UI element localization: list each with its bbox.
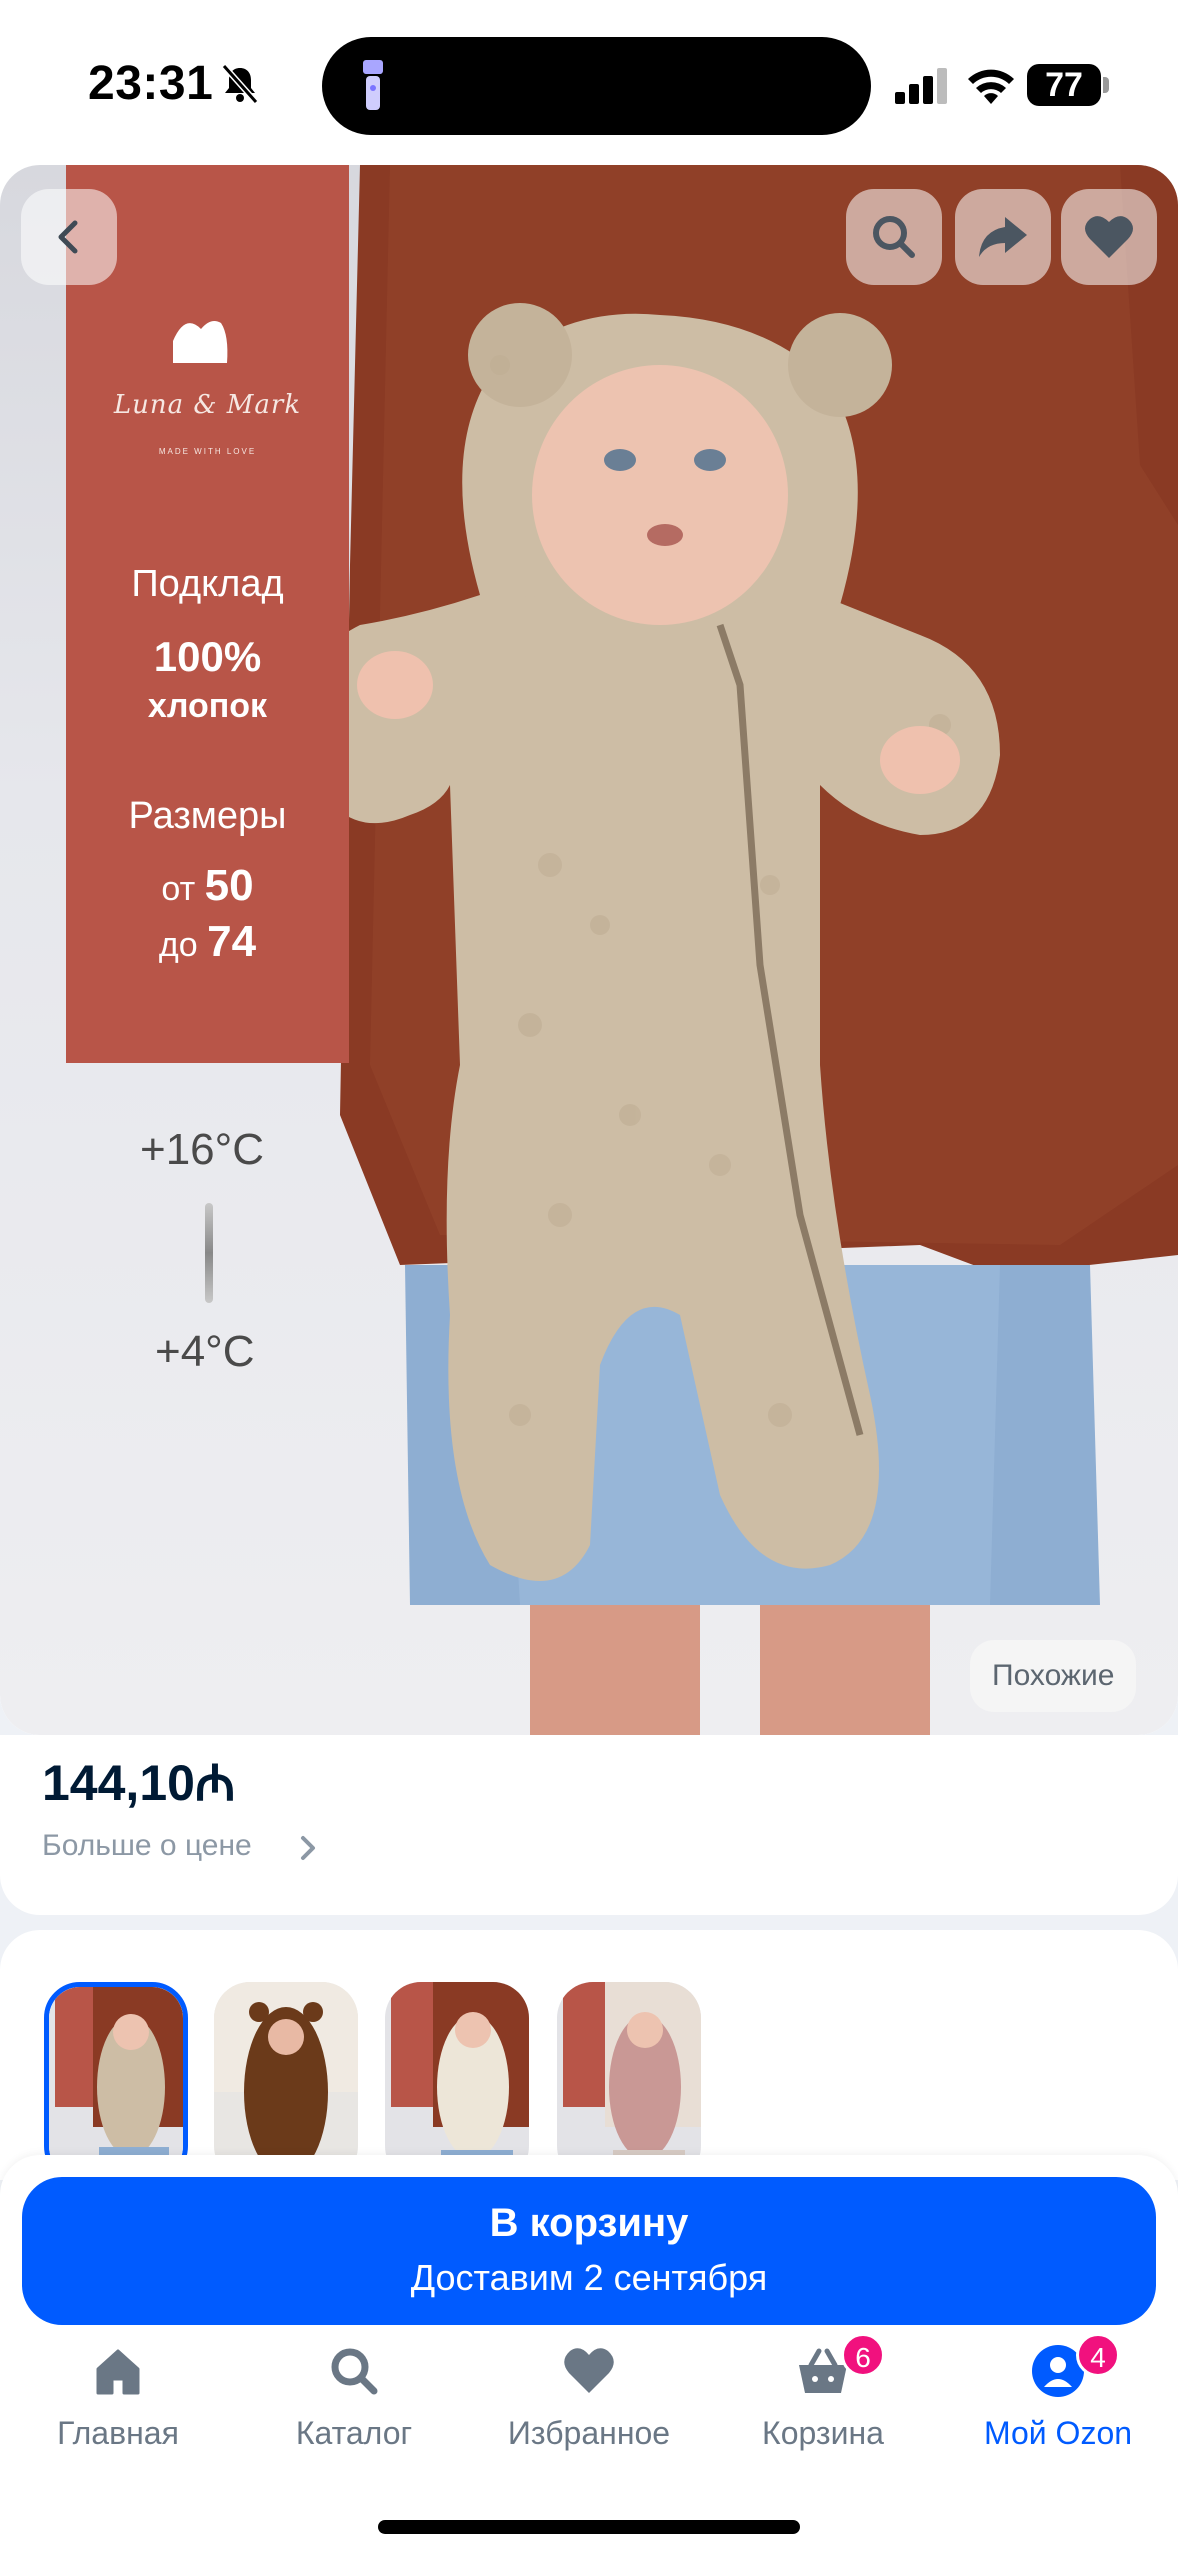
battery-tip: [1103, 77, 1109, 93]
promo-sizes-to-value: 74: [207, 917, 257, 966]
nav-cart[interactable]: 6 Корзина: [723, 2333, 923, 2463]
chevron-right-icon[interactable]: [296, 1834, 320, 1862]
price-more-link[interactable]: Больше о цене: [42, 1829, 252, 1863]
nav-home[interactable]: Главная: [18, 2343, 218, 2463]
add-to-cart-button[interactable]: В корзину Доставим 2 сентября: [22, 2177, 1156, 2325]
thumbnail-strip: [0, 1930, 1178, 2182]
home-icon: [96, 2349, 140, 2395]
status-time: 23:31: [88, 57, 214, 110]
price-value: 144,10₼: [42, 1755, 236, 1811]
favorite-button[interactable]: [1061, 189, 1157, 285]
promo-sizes-from: от 50: [66, 861, 349, 911]
flashlight-icon: [363, 60, 383, 110]
nav-my-ozon-label: Мой Ozon: [983, 2415, 1133, 2451]
search-icon: [873, 216, 915, 258]
promo-lining-title: Подклад: [131, 563, 284, 605]
bottom-bar: В корзину Доставим 2 сентября Главная Ка…: [0, 2155, 1178, 2560]
status-bar: 23:31 77: [0, 0, 1178, 165]
promo-sizes-title: Размеры: [128, 795, 287, 837]
similar-button[interactable]: Похожие: [970, 1640, 1137, 1712]
share-button[interactable]: [955, 189, 1051, 285]
dynamic-island: [322, 37, 871, 135]
promo-temp-high: +16°C: [140, 1125, 265, 1174]
product-gallery[interactable]: Luna & Mark MADE WITH LOVE Подклад 100% …: [0, 165, 1178, 1735]
battery-indicator: 77: [1027, 64, 1109, 106]
signal-icon: [895, 68, 947, 104]
nav-catalog[interactable]: Каталог: [254, 2343, 454, 2463]
promo-brand: Luna & Mark: [113, 390, 302, 420]
nav-cart-label: Корзина: [762, 2415, 884, 2451]
heart-icon: [564, 2348, 614, 2393]
cart-count-badge: 6: [841, 2333, 885, 2377]
promo-lining-percent: 100%: [153, 633, 262, 680]
back-button[interactable]: [21, 189, 117, 285]
thumbnail-image: [214, 1982, 358, 2182]
share-arrow-icon: [979, 217, 1027, 257]
heart-icon: [1085, 216, 1133, 258]
profile-notification-badge: 4: [1076, 2333, 1120, 2377]
home-indicator[interactable]: [378, 2520, 800, 2534]
promo-sizes-from-prefix: от: [161, 870, 196, 908]
nav-favorites-label: Избранное: [507, 2415, 671, 2451]
product-photo: [301, 165, 1178, 1735]
thumbnail-item[interactable]: [385, 1982, 529, 2182]
nav-favorites[interactable]: Избранное: [489, 2343, 689, 2463]
promo-sizes-from-value: 50: [204, 861, 254, 910]
promo-temp-bar: [205, 1203, 213, 1303]
nav-catalog-label: Каталог: [295, 2415, 413, 2451]
thumbnail-image: [49, 1987, 183, 2177]
wifi-icon: [968, 69, 1014, 104]
thumbnail-image: [557, 1982, 701, 2182]
nav-home-label: Главная: [57, 2415, 179, 2451]
thumbnail-item[interactable]: [557, 1982, 701, 2182]
thumbnail-item[interactable]: [44, 1982, 188, 2182]
add-to-cart-label: В корзину: [489, 2201, 689, 2245]
thumbnail-item[interactable]: [214, 1982, 358, 2182]
promo-panel: Luna & Mark MADE WITH LOVE Подклад 100% …: [66, 165, 349, 1063]
promo-tagline: MADE WITH LOVE: [158, 447, 257, 456]
promo-lining-material: хлопок: [147, 687, 268, 725]
chevron-left-icon: [58, 220, 78, 254]
delivery-date-label: Доставим 2 сентября: [410, 2257, 768, 2298]
price-card: 144,10₼ Больше о цене: [0, 1735, 1178, 1915]
thumbnail-image: [385, 1982, 529, 2182]
bell-muted-icon: [221, 64, 259, 104]
promo-sizes-to-prefix: до: [158, 926, 198, 964]
promo-temp-low: +4°C: [155, 1327, 255, 1376]
brand-logo-icon: [173, 321, 228, 363]
promo-sizes-to: до 74: [66, 917, 349, 967]
product-image[interactable]: Luna & Mark MADE WITH LOVE Подклад 100% …: [0, 165, 1178, 1735]
nav-my-ozon[interactable]: 4 Мой Ozon: [958, 2333, 1158, 2463]
battery-level: 77: [1027, 64, 1101, 106]
search-button[interactable]: [846, 189, 942, 285]
search-icon: [331, 2348, 378, 2395]
